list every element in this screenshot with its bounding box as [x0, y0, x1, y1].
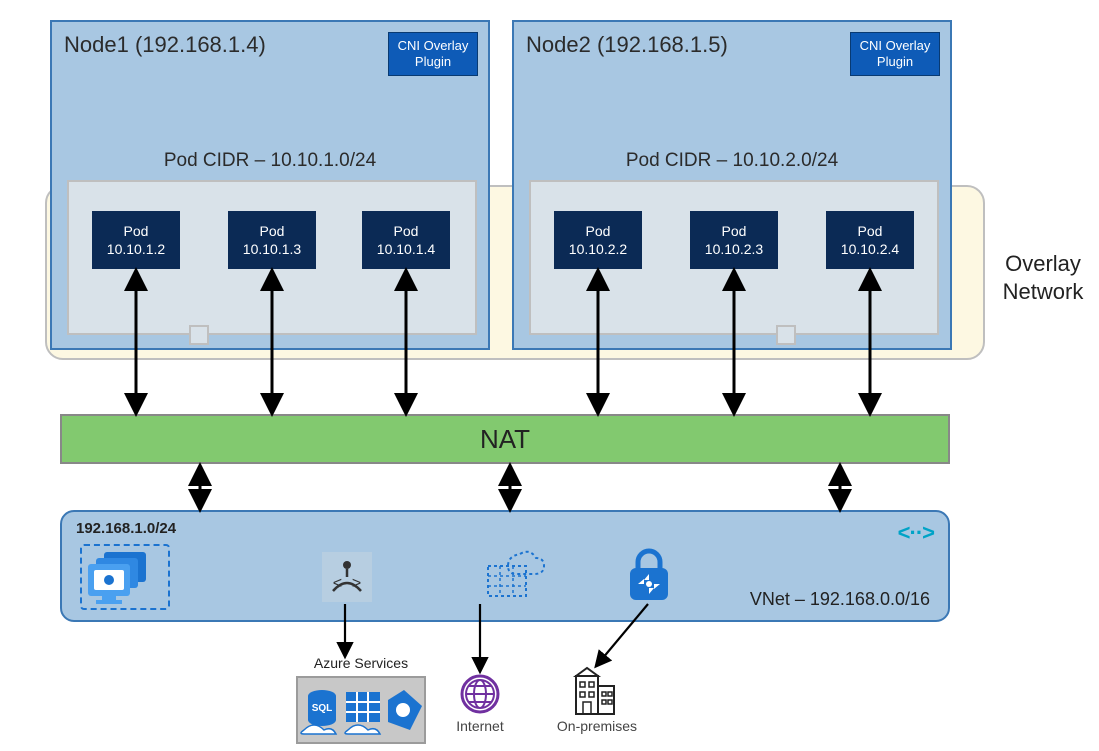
nat-label: NAT: [480, 424, 530, 455]
internet-label: Internet: [440, 718, 520, 734]
pod-box: Pod 10.10.2.4: [826, 211, 914, 269]
pod-box: Pod 10.10.1.3: [228, 211, 316, 269]
azure-services-label: Azure Services: [296, 655, 426, 671]
pod-ip: 10.10.2.3: [705, 240, 763, 258]
pod-box: Pod 10.10.1.4: [362, 211, 450, 269]
nat-box: NAT: [60, 414, 950, 464]
resize-handle-icon: [189, 325, 209, 345]
vm-scaleset-icon: [80, 544, 170, 610]
pod-box: Pod 10.10.2.3: [690, 211, 778, 269]
subnet-label: 192.168.1.0/24: [76, 520, 176, 537]
pod-box: Pod 10.10.2.2: [554, 211, 642, 269]
pod-label: Pod: [124, 222, 149, 240]
pod-label: Pod: [260, 222, 285, 240]
vnet-box: 192.168.1.0/24 VNet – 192.168.0.0/16 <··…: [60, 510, 950, 622]
pod-label: Pod: [394, 222, 419, 240]
svg-text:< >: < >: [333, 575, 362, 593]
node2-title: Node2 (192.168.1.5): [526, 32, 728, 58]
pod-ip: 10.10.1.2: [107, 240, 165, 258]
node1-box: Node1 (192.168.1.4) CNI Overlay Plugin P…: [50, 20, 490, 350]
svg-text:SQL: SQL: [312, 703, 333, 714]
vnet-peering-icon: <··>: [898, 520, 934, 546]
cni-plugin-chip: CNI Overlay Plugin: [388, 32, 478, 76]
node2-pod-cidr: Pod CIDR – 10.10.2.0/24: [514, 150, 950, 172]
pod-label: Pod: [722, 222, 747, 240]
vnet-cidr-label: VNet – 192.168.0.0/16: [750, 589, 930, 610]
internet-globe-icon: [458, 672, 502, 716]
resize-handle-icon: [776, 325, 796, 345]
building-icon: [570, 666, 620, 718]
node1-pod-cidr: Pod CIDR – 10.10.1.0/24: [52, 150, 488, 172]
diagram-canvas: Overlay Network Node1 (192.168.1.4) CNI …: [0, 0, 1099, 746]
pod-ip: 10.10.1.3: [243, 240, 301, 258]
load-balancer-icon: < >: [322, 552, 372, 602]
pod-ip: 10.10.2.2: [569, 240, 627, 258]
pod-label: Pod: [586, 222, 611, 240]
storage-grid-icon: [482, 548, 546, 604]
azure-services-box: SQL: [296, 676, 426, 744]
pod-box: Pod 10.10.1.2: [92, 211, 180, 269]
vpn-lock-icon: [622, 548, 676, 604]
cni-plugin-chip: CNI Overlay Plugin: [850, 32, 940, 76]
pod-ip: 10.10.2.4: [841, 240, 899, 258]
overlay-network-label: Overlay Network: [993, 250, 1093, 305]
node2-box: Node2 (192.168.1.5) CNI Overlay Plugin P…: [512, 20, 952, 350]
pod-label: Pod: [858, 222, 883, 240]
node1-title: Node1 (192.168.1.4): [64, 32, 266, 58]
pod-ip: 10.10.1.4: [377, 240, 435, 258]
onprem-label: On-premises: [552, 718, 642, 734]
